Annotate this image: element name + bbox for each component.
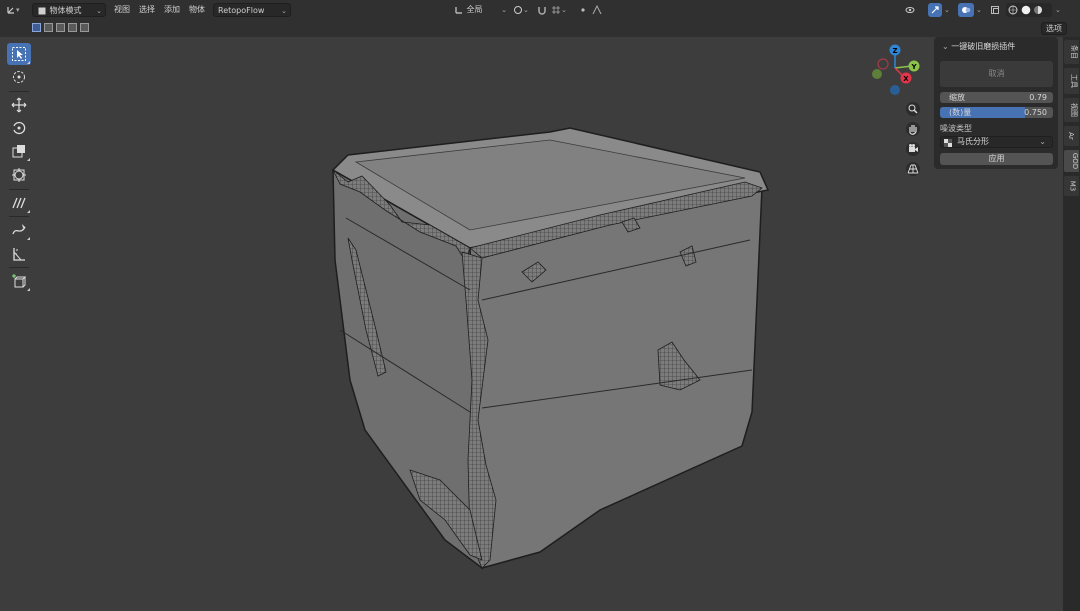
pan-button[interactable] <box>902 120 924 138</box>
tab-item-label: 条目 <box>1070 45 1078 59</box>
grid-icon <box>906 162 920 176</box>
tab-view[interactable]: 视图 <box>1064 98 1079 122</box>
tab-god[interactable]: GOD <box>1064 150 1079 172</box>
camera-icon <box>906 142 920 156</box>
tab-m3[interactable]: M3 <box>1064 176 1079 196</box>
amount-value: 0.750 <box>1024 108 1047 117</box>
gizmo-x-label: X <box>903 75 909 83</box>
apply-button[interactable]: 应用 <box>940 153 1053 165</box>
tab-tool[interactable]: 工具 <box>1064 68 1079 94</box>
amount-slider[interactable]: (数)量 0.750 <box>940 107 1053 118</box>
tab-m3-label: M3 <box>1068 180 1077 192</box>
gizmo-y-label: Y <box>910 63 917 71</box>
panel-header[interactable]: ⌄ 一键破旧磨损插件 <box>942 41 1015 52</box>
scale-field[interactable]: 缩放 0.79 <box>940 92 1053 103</box>
gizmo-z-label: Z <box>892 47 897 55</box>
panel-title: 一键破旧磨损插件 <box>951 42 1016 51</box>
noise-type-label: 噪波类型 <box>940 124 972 133</box>
worn-cube-model[interactable] <box>331 127 770 570</box>
addon-panel: ⌄ 一键破旧磨损插件 取消 缩放 0.79 (数)量 0.750 噪波类型 马氏… <box>934 37 1058 169</box>
sidebar-tabs <box>1063 37 1080 611</box>
tab-item[interactable]: 条目 <box>1064 40 1079 64</box>
scale-label: 缩放 <box>949 93 965 102</box>
amount-label: (数)量 <box>949 108 972 117</box>
noise-type-dropdown[interactable]: 马氏分形 ⌄ <box>940 136 1053 148</box>
zoom-button[interactable] <box>902 100 924 118</box>
noise-type-value: 马氏分形 <box>957 137 989 146</box>
tab-ar[interactable]: Ar <box>1064 126 1079 146</box>
tab-tool-label: 工具 <box>1070 74 1078 88</box>
camera-view-button[interactable] <box>902 140 924 158</box>
tab-ar-label: Ar <box>1066 132 1075 140</box>
tab-view-label: 视图 <box>1070 103 1078 117</box>
zoom-icon <box>906 102 920 116</box>
scale-value: 0.79 <box>1029 93 1047 102</box>
checker-icon <box>944 139 952 147</box>
viewport-canvas[interactable]: Z Y X <box>0 0 1080 611</box>
tab-god-label: GOD <box>1071 152 1080 170</box>
chevron-down-icon: ⌄ <box>1039 137 1046 146</box>
hand-icon <box>906 122 920 136</box>
perspective-toggle-button[interactable] <box>902 160 924 178</box>
chevron-down-icon: ⌄ <box>942 42 949 51</box>
navigation-gizmo[interactable]: Z Y X <box>872 44 920 96</box>
cancel-button[interactable]: 取消 <box>940 61 1053 87</box>
